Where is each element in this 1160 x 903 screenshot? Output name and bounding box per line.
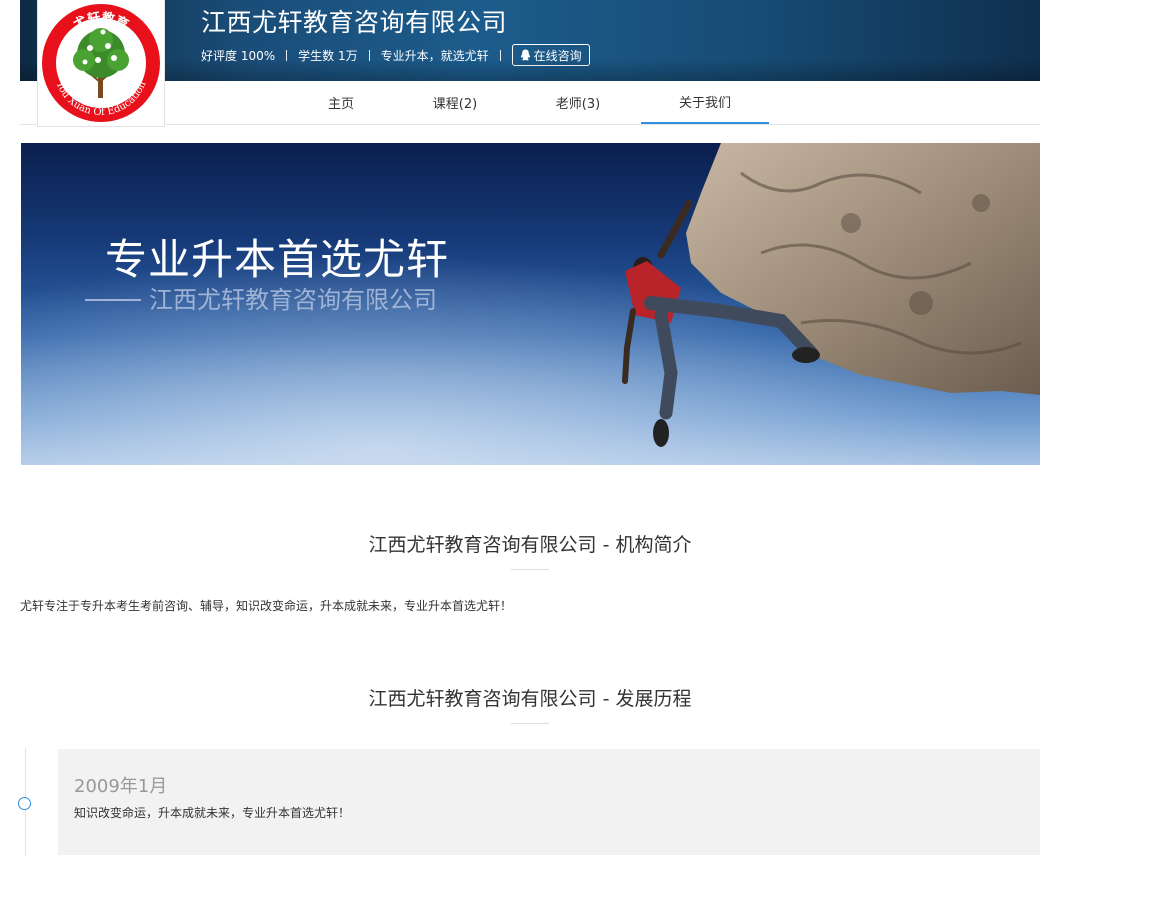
timeline-event: 2009年1月 知识改变命运，升本成就未来，专业升本首选尤轩！ [58, 749, 1040, 855]
banner-title: 专业升本首选尤轩 [105, 235, 450, 284]
consult-label: 在线咨询 [533, 48, 582, 63]
org-logo: 尤轩教育 You Xuan Of Education [37, 0, 165, 127]
history-section-title: 江西尤轩教育咨询有限公司 - 发展历程 [368, 688, 692, 710]
qq-icon [520, 49, 530, 61]
event-date: 2009年1月 [74, 776, 168, 797]
tab-about-us[interactable]: 关于我们 [641, 81, 769, 124]
students-stat: 学生数 1万 [298, 48, 358, 63]
banner-subtitle: 江西尤轩教育咨询有限公司 [85, 284, 437, 316]
section-divider [511, 569, 549, 570]
intro-text: 尤轩专注于专升本考生考前咨询、辅导，知识改变命运，升本成就未来，专业升本首选尤轩… [20, 599, 513, 613]
tab-teachers[interactable]: 老师(3) [514, 81, 642, 124]
logo-emblem-icon: 尤轩教育 You Xuan Of Education [42, 4, 160, 122]
org-meta: 好评度 100% 学生数 1万 专业升本，就选尤轩 在线咨询 [201, 42, 590, 68]
tab-home[interactable]: 主页 [277, 81, 405, 124]
subtitle-dash [85, 299, 141, 301]
event-description: 知识改变命运，升本成就未来，专业升本首选尤轩！ [74, 806, 351, 820]
tab-courses[interactable]: 课程(2) [391, 81, 519, 124]
hero-banner: 专业升本首选尤轩 江西尤轩教育咨询有限公司 [21, 143, 1040, 465]
online-consult-button[interactable]: 在线咨询 [511, 44, 590, 66]
banner-subtitle-text: 江西尤轩教育咨询有限公司 [149, 286, 437, 314]
section-divider [511, 723, 549, 724]
intro-section-title: 江西尤轩教育咨询有限公司 - 机构简介 [368, 534, 692, 556]
slogan-text: 专业升本，就选尤轩 [380, 48, 489, 63]
meta-divider [286, 49, 288, 61]
org-name: 江西尤轩教育咨询有限公司 [201, 8, 508, 37]
meta-divider [368, 49, 370, 61]
meta-divider [499, 49, 501, 61]
org-header: 江西尤轩教育咨询有限公司 好评度 100% 学生数 1万 专业升本，就选尤轩 在… [20, 0, 1040, 81]
rating-stat: 好评度 100% [201, 48, 276, 63]
main-nav: 主页 课程(2) 老师(3) 关于我们 [20, 81, 1040, 125]
timeline-dot [18, 797, 31, 810]
